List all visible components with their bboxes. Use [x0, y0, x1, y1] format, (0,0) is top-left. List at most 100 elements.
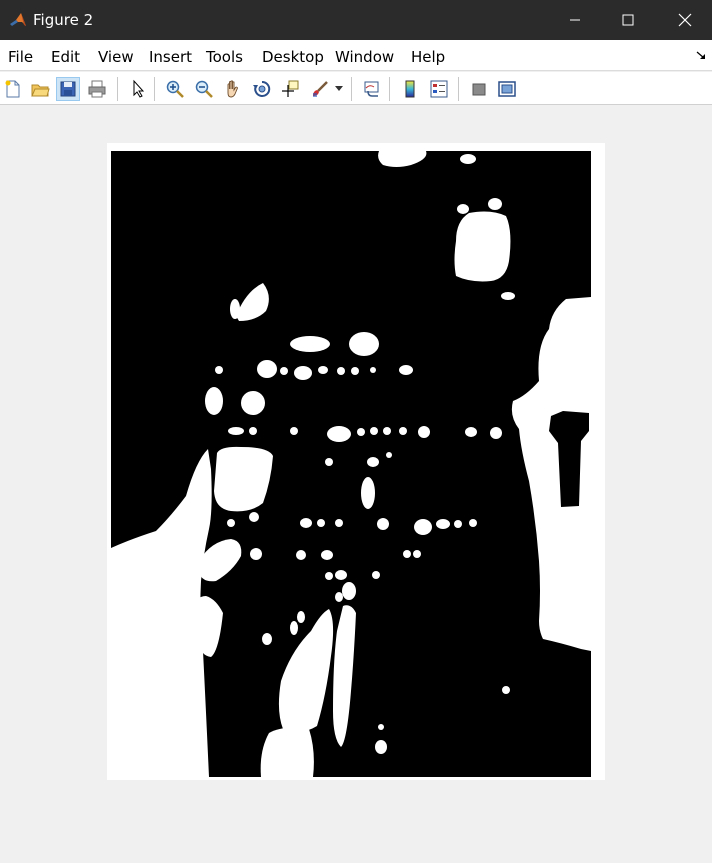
maximize-button[interactable]: [605, 0, 651, 40]
image-region: [215, 366, 223, 374]
rotate-3d-icon: [253, 80, 271, 97]
brush-dropdown-icon: [335, 86, 343, 91]
image-region: [227, 519, 235, 527]
image-region: [436, 519, 450, 529]
save-button[interactable]: [56, 77, 80, 101]
menu-file[interactable]: File: [8, 48, 33, 66]
image-region: [300, 518, 312, 528]
menu-tools[interactable]: Tools: [206, 48, 243, 66]
pan-button[interactable]: [221, 77, 245, 101]
close-button[interactable]: [662, 0, 708, 40]
show-plot-tools-button[interactable]: [495, 77, 519, 101]
hide-plot-tools-icon: [472, 83, 486, 96]
image-region: [296, 550, 306, 560]
image-region: [399, 427, 407, 435]
close-icon: [678, 13, 692, 27]
image-region: [290, 621, 298, 635]
image-region: [317, 519, 325, 527]
rotate-3d-button[interactable]: [250, 77, 274, 101]
image-region: [349, 332, 379, 356]
data-cursor-icon: [282, 80, 299, 97]
toolbar-separator: [154, 77, 155, 101]
image-region: [318, 366, 328, 374]
new-figure-icon: [5, 80, 20, 98]
menu-insert[interactable]: Insert: [149, 48, 192, 66]
new-figure-button[interactable]: [1, 77, 25, 101]
toolbar-separator: [117, 77, 118, 101]
image-region: [370, 367, 376, 373]
hide-plot-tools-button[interactable]: [467, 77, 491, 101]
colorbar-button[interactable]: [398, 77, 422, 101]
zoom-out-button[interactable]: [192, 77, 216, 101]
window-title: Figure 2: [33, 11, 94, 29]
image-region: [280, 367, 288, 375]
brush-button[interactable]: [308, 77, 332, 101]
image-region: [325, 572, 333, 580]
image-region: [488, 198, 502, 210]
menu-view[interactable]: View: [98, 48, 134, 66]
image-region: [228, 427, 244, 435]
image-region: [457, 204, 469, 214]
image-region: [335, 570, 347, 580]
menu-window[interactable]: Window: [335, 48, 394, 66]
image-region: [250, 548, 262, 560]
image-region: [337, 367, 345, 375]
image-region: [260, 727, 314, 777]
minimize-button[interactable]: [552, 0, 598, 40]
menu-help[interactable]: Help: [411, 48, 445, 66]
pointer-button[interactable]: [126, 77, 150, 101]
image-region: [370, 427, 378, 435]
image-region: [257, 360, 277, 378]
title-bar: Figure 2: [0, 0, 712, 40]
matlab-logo-icon: [10, 13, 26, 26]
image-region: [383, 427, 391, 435]
zoom-out-icon: [195, 80, 213, 98]
binary-image[interactable]: [111, 151, 591, 777]
image-region: [290, 336, 330, 352]
print-icon: [88, 80, 106, 98]
show-plot-tools-icon: [498, 81, 516, 97]
link-plot-button[interactable]: [360, 77, 384, 101]
figure-window: Figure 2 File Edit View Insert Tools Des…: [0, 0, 712, 863]
image-region: [501, 292, 515, 300]
image-region: [205, 387, 223, 415]
image-region: [230, 299, 240, 319]
image-region: [249, 512, 259, 522]
menu-edit[interactable]: Edit: [51, 48, 80, 66]
image-region: [297, 611, 305, 623]
image-region: [361, 477, 375, 509]
image-region: [357, 428, 365, 436]
print-button[interactable]: [85, 77, 109, 101]
image-region: [386, 452, 392, 458]
colorbar-icon: [405, 80, 415, 98]
image-region: [460, 154, 476, 164]
minimize-icon: [570, 19, 580, 21]
image-region: [375, 740, 387, 754]
image-region: [454, 520, 462, 528]
image-region: [502, 686, 510, 694]
figure-toolbar: [0, 72, 712, 105]
open-file-button[interactable]: [28, 77, 52, 101]
image-region: [351, 367, 359, 375]
image-region: [490, 427, 502, 439]
image-region: [290, 427, 298, 435]
figure-canvas: [0, 106, 712, 863]
pointer-icon: [133, 79, 145, 98]
image-region: [321, 550, 333, 560]
dock-arrow-icon[interactable]: [696, 50, 706, 60]
brush-dropdown-button[interactable]: [332, 77, 346, 101]
link-plot-icon: [364, 81, 379, 97]
zoom-in-button[interactable]: [163, 77, 187, 101]
legend-button[interactable]: [427, 77, 451, 101]
image-region: [325, 458, 333, 466]
maximize-icon: [622, 14, 634, 26]
image-region: [335, 592, 343, 602]
image-region: [327, 426, 351, 442]
image-region: [403, 550, 411, 558]
image-region: [335, 519, 343, 527]
data-cursor-button[interactable]: [278, 77, 302, 101]
image-region: [249, 427, 257, 435]
menu-bar: File Edit View Insert Tools Desktop Wind…: [0, 40, 712, 71]
menu-desktop[interactable]: Desktop: [262, 48, 324, 66]
figure-axes-area: [107, 143, 605, 780]
